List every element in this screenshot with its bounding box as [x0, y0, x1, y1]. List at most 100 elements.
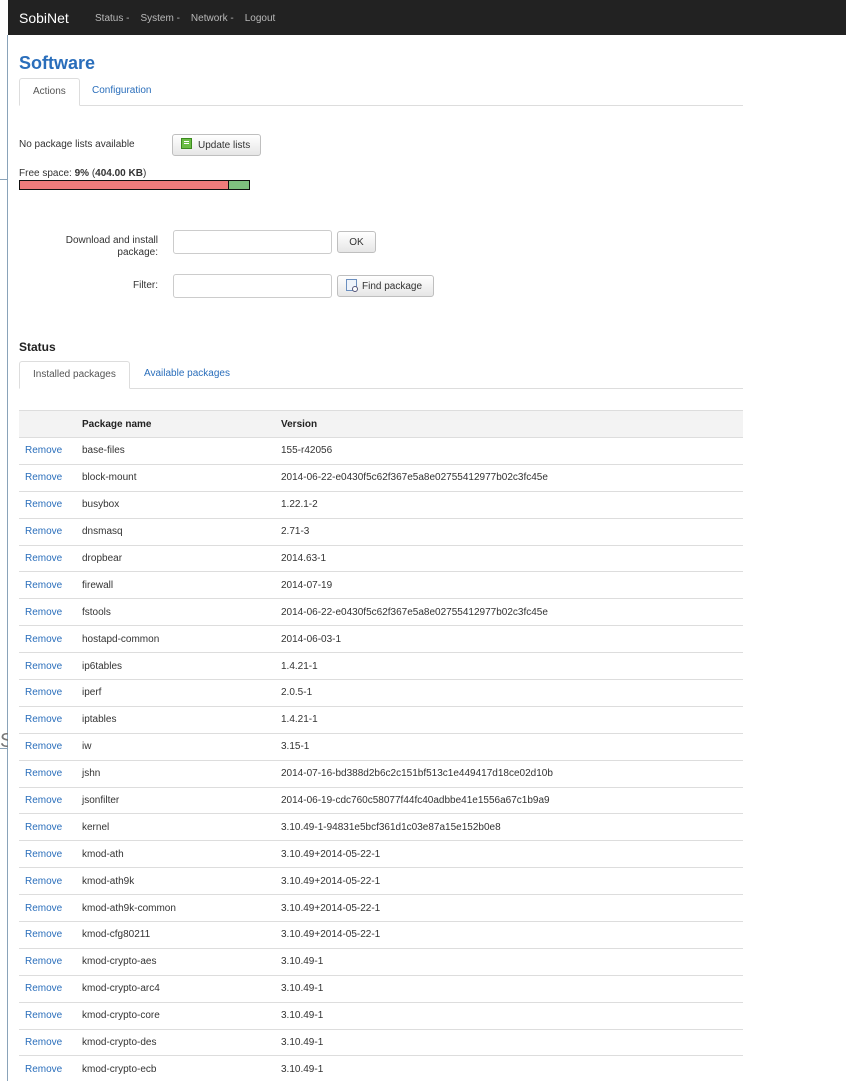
remove-link[interactable]: Remove	[19, 947, 82, 976]
table-row: Remove base-files 155-r42056	[19, 437, 743, 465]
table-row: Remove firewall 2014-07-19	[19, 571, 743, 599]
tab-available-packages[interactable]: Available packages	[131, 361, 243, 387]
remove-link[interactable]: Remove	[19, 463, 82, 492]
update-icon	[181, 138, 192, 149]
nav-menu: Status - System - Network - Logout	[95, 13, 275, 24]
ok-button[interactable]: OK	[337, 231, 376, 253]
remove-link[interactable]: Remove	[19, 571, 82, 599]
remove-link[interactable]: Remove	[19, 759, 82, 788]
table-row: Remove kmod-crypto-des 3.10.49-1	[19, 1028, 743, 1056]
package-name-cell: iptables	[82, 705, 281, 734]
package-name-cell: fstools	[82, 598, 281, 626]
package-version-cell: 3.10.49+2014-05-22-1	[281, 921, 743, 949]
package-name-cell: iperf	[82, 679, 281, 707]
free-space-bar	[19, 180, 250, 190]
table-row: Remove kmod-crypto-ecb 3.10.49-1	[19, 1055, 743, 1082]
tab-configuration[interactable]: Configuration	[79, 78, 164, 104]
column-header-package-name: Package name	[82, 410, 281, 438]
filter-label: Filter:	[133, 280, 158, 291]
package-name-cell: kmod-crypto-ecb	[82, 1055, 281, 1082]
free-space-size: 404.00 KB	[95, 168, 143, 179]
package-version-cell: 2014-06-19-cdc760c58077f44fc40adbbe41e15…	[281, 786, 743, 814]
column-header-version: Version	[281, 410, 743, 438]
table-row: Remove dropbear 2014.63-1	[19, 544, 743, 572]
tab-actions[interactable]: Actions	[19, 78, 80, 106]
table-row: Remove busybox 1.22.1-2	[19, 490, 743, 519]
package-name-cell: firewall	[82, 571, 281, 599]
package-name-cell: kmod-ath	[82, 840, 281, 868]
package-version-cell: 3.10.49-1	[281, 1001, 743, 1030]
status-tabs: Installed packages Available packages	[19, 361, 743, 389]
remove-link[interactable]: Remove	[19, 544, 82, 572]
package-version-cell: 3.10.49+2014-05-22-1	[281, 867, 743, 895]
free-space-fill	[228, 181, 249, 189]
remove-link[interactable]: Remove	[19, 705, 82, 734]
table-row: Remove iperf 2.0.5-1	[19, 679, 743, 707]
remove-link[interactable]: Remove	[19, 921, 82, 949]
package-version-cell: 2014-06-22-e0430f5c62f367e5a8e0275541297…	[281, 598, 743, 626]
package-version-cell: 2014-07-16-bd388d2b6c2c151bf513c1e449417…	[281, 759, 743, 788]
remove-link[interactable]: Remove	[19, 974, 82, 1003]
table-row: Remove dnsmasq 2.71-3	[19, 517, 743, 546]
remove-link[interactable]: Remove	[19, 894, 82, 922]
package-name-cell: hostapd-common	[82, 625, 281, 653]
remove-link[interactable]: Remove	[19, 517, 82, 546]
remove-link[interactable]: Remove	[19, 652, 82, 680]
remove-link[interactable]: Remove	[19, 786, 82, 814]
page-title: Software	[19, 53, 96, 73]
package-name-cell: block-mount	[82, 463, 281, 492]
free-space-text: Free space: 9% (404.00 KB)	[19, 168, 147, 179]
table-row: Remove kmod-crypto-aes 3.10.49-1	[19, 947, 743, 976]
remove-link[interactable]: Remove	[19, 679, 82, 707]
package-version-cell: 3.10.49+2014-05-22-1	[281, 894, 743, 922]
nav-logout[interactable]: Logout	[245, 13, 276, 24]
page-tabs: Actions Configuration	[19, 78, 743, 106]
package-version-cell: 3.10.49-1	[281, 947, 743, 976]
column-header-action	[19, 410, 82, 438]
remove-link[interactable]: Remove	[19, 732, 82, 761]
package-name-cell: iw	[82, 732, 281, 761]
tab-installed-packages[interactable]: Installed packages	[19, 361, 130, 389]
remove-link[interactable]: Remove	[19, 598, 82, 626]
update-lists-button[interactable]: Update lists	[172, 134, 261, 156]
package-version-cell: 2014-06-03-1	[281, 625, 743, 653]
table-row: Remove kmod-crypto-core 3.10.49-1	[19, 1001, 743, 1030]
nav-system[interactable]: System -	[140, 13, 179, 24]
remove-link[interactable]: Remove	[19, 625, 82, 653]
remove-link[interactable]: Remove	[19, 1028, 82, 1056]
remove-link[interactable]: Remove	[19, 1055, 82, 1082]
remove-link[interactable]: Remove	[19, 813, 82, 841]
package-version-cell: 2014-07-19	[281, 571, 743, 599]
table-row: Remove kmod-ath9k 3.10.49+2014-05-22-1	[19, 867, 743, 895]
package-name-cell: kmod-crypto-arc4	[82, 974, 281, 1003]
nav-status[interactable]: Status -	[95, 13, 129, 24]
filter-input[interactable]	[173, 274, 332, 298]
table-row: Remove kmod-ath 3.10.49+2014-05-22-1	[19, 840, 743, 868]
nav-network[interactable]: Network -	[191, 13, 234, 24]
table-row: Remove kernel 3.10.49-1-94831e5bcf361d1c03…	[19, 813, 743, 841]
table-row: Remove ip6tables 1.4.21-1	[19, 652, 743, 680]
brand-logo[interactable]: SobiNet	[19, 10, 69, 26]
package-version-cell: 2.0.5-1	[281, 679, 743, 707]
download-package-input[interactable]	[173, 230, 332, 254]
package-name-cell: jshn	[82, 759, 281, 788]
package-version-cell: 3.10.49-1	[281, 974, 743, 1003]
package-name-cell: kmod-ath9k	[82, 867, 281, 895]
package-name-cell: kmod-crypto-aes	[82, 947, 281, 976]
no-package-lists-text: No package lists available	[19, 139, 135, 150]
remove-link[interactable]: Remove	[19, 840, 82, 868]
package-name-cell: kmod-ath9k-common	[82, 894, 281, 922]
remove-link[interactable]: Remove	[19, 437, 82, 465]
package-name-cell: dnsmasq	[82, 517, 281, 546]
package-name-cell: kmod-crypto-core	[82, 1001, 281, 1030]
find-package-button[interactable]: Find package	[337, 275, 434, 297]
remove-link[interactable]: Remove	[19, 1001, 82, 1030]
remove-link[interactable]: Remove	[19, 490, 82, 519]
remove-link[interactable]: Remove	[19, 867, 82, 895]
package-version-cell: 3.10.49-1-94831e5bcf361d1c03e87a15e152b0…	[281, 813, 743, 841]
table-header-row: Package name Version	[19, 410, 743, 438]
package-name-cell: kernel	[82, 813, 281, 841]
find-icon	[346, 279, 358, 292]
table-row: Remove jshn 2014-07-16-bd388d2b6c2c151bf51…	[19, 759, 743, 788]
used-space-fill	[20, 181, 229, 189]
